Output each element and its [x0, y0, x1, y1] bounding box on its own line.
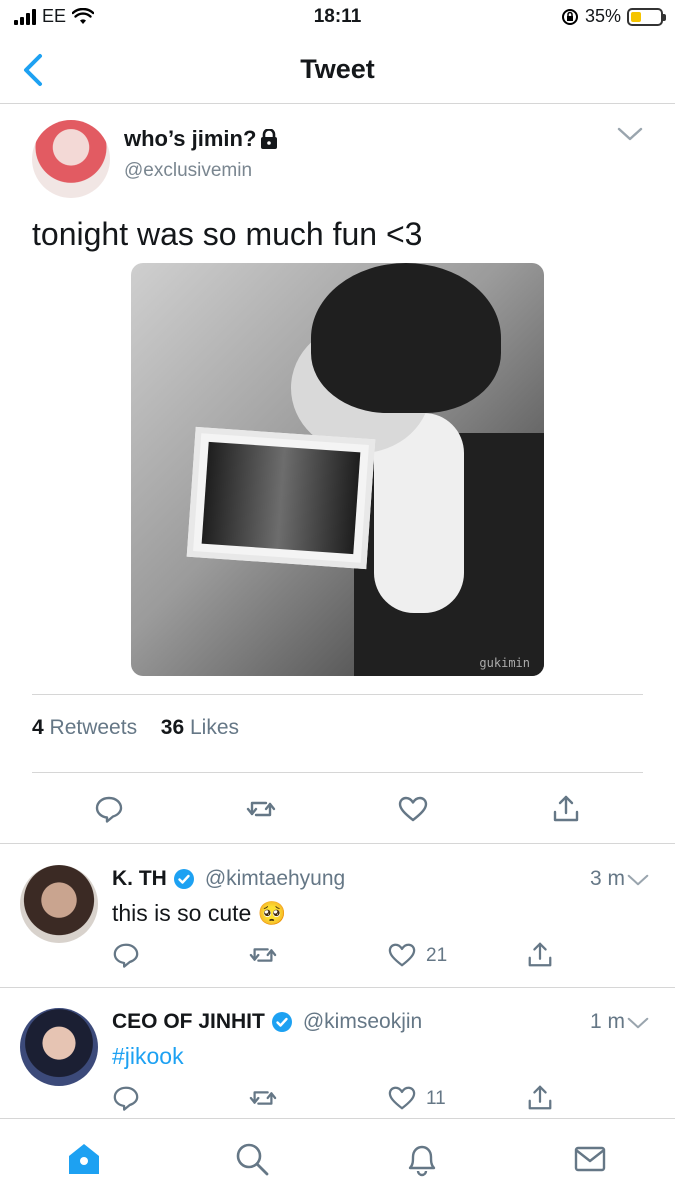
retweets-count[interactable]: 4 — [32, 716, 44, 739]
author-handle[interactable]: @exclusivemin — [124, 160, 252, 182]
chevron-down-icon[interactable] — [617, 126, 643, 142]
share-icon[interactable] — [526, 941, 554, 969]
notifications-icon[interactable] — [404, 1141, 440, 1177]
verified-badge-icon — [173, 869, 194, 889]
hashtag-link[interactable]: #jikook — [112, 1043, 184, 1070]
photo-hair — [311, 263, 501, 413]
reply-timestamp: 1 m — [589, 1010, 625, 1033]
author-display-name[interactable]: who’s jimin? — [124, 126, 278, 152]
reply-author[interactable]: K. TH @kimtaehyung — [112, 867, 345, 891]
reply-display-name: K. TH — [112, 867, 167, 890]
likes-label[interactable]: Likes — [190, 716, 239, 739]
chevron-down-icon[interactable] — [627, 1016, 649, 1030]
like-count: 11 — [426, 1088, 446, 1109]
retweet-icon[interactable] — [249, 1084, 277, 1112]
reply-author[interactable]: CEO OF JINHIT @kimseokjin — [112, 1010, 422, 1034]
status-right: 35% — [561, 6, 666, 27]
like-icon[interactable] — [388, 941, 416, 969]
retweet-icon[interactable] — [249, 941, 277, 969]
main-tweet: who’s jimin? @exclusivemin tonight was s… — [0, 104, 675, 844]
reply-icon[interactable] — [112, 1084, 140, 1112]
page-title: Tweet — [300, 54, 375, 84]
tweet-stats: 4 Retweets 36 Likes — [32, 716, 239, 740]
navigation-bar: Tweet — [0, 36, 675, 104]
author-name-text: who’s jimin? — [124, 126, 257, 151]
battery-fill — [631, 11, 641, 22]
chevron-down-icon[interactable] — [627, 873, 649, 887]
tweet-text: tonight was so much fun <3 — [32, 216, 423, 252]
battery-percent: 35% — [584, 6, 621, 26]
reply-text: this is so cute 🥺 — [112, 900, 287, 926]
verified-badge-icon — [271, 1012, 292, 1032]
divider — [32, 772, 643, 773]
reply-timestamp: 3 m — [589, 867, 625, 890]
search-icon[interactable] — [234, 1141, 270, 1177]
reply-handle: @kimseokjin — [302, 1010, 423, 1033]
battery-icon — [627, 7, 666, 26]
reply-icon[interactable] — [112, 941, 140, 969]
tab-bar — [0, 1118, 675, 1200]
share-icon[interactable] — [526, 1084, 554, 1112]
divider — [32, 694, 643, 695]
home-icon[interactable] — [66, 1141, 102, 1177]
photo-strip — [186, 426, 376, 570]
reply-handle: @kimtaehyung — [204, 867, 346, 890]
avatar[interactable] — [32, 120, 110, 198]
like-icon[interactable] — [388, 1084, 416, 1112]
avatar[interactable] — [20, 865, 98, 943]
messages-icon[interactable] — [572, 1141, 608, 1177]
like-count: 21 — [426, 945, 448, 966]
reply-display-name: CEO OF JINHIT — [112, 1010, 265, 1033]
reply-tweet[interactable]: K. TH @kimtaehyung 3 m this is so cute 🥺… — [0, 845, 675, 988]
avatar[interactable] — [20, 1008, 98, 1086]
status-bar: EE 18:11 35% — [0, 0, 675, 36]
rotation-lock-icon — [561, 8, 578, 25]
reply-tweet[interactable]: CEO OF JINHIT @kimseokjin 1 m #jikook 11 — [0, 988, 675, 1118]
reply-icon[interactable] — [94, 794, 124, 824]
tweet-image[interactable]: gukimin — [131, 263, 544, 676]
share-icon[interactable] — [551, 794, 581, 824]
lock-icon — [261, 129, 278, 149]
retweet-icon[interactable] — [246, 794, 276, 824]
like-icon[interactable] — [398, 794, 428, 824]
retweets-label[interactable]: Retweets — [50, 716, 138, 739]
likes-count[interactable]: 36 — [161, 716, 184, 739]
image-watermark: gukimin — [479, 656, 530, 670]
